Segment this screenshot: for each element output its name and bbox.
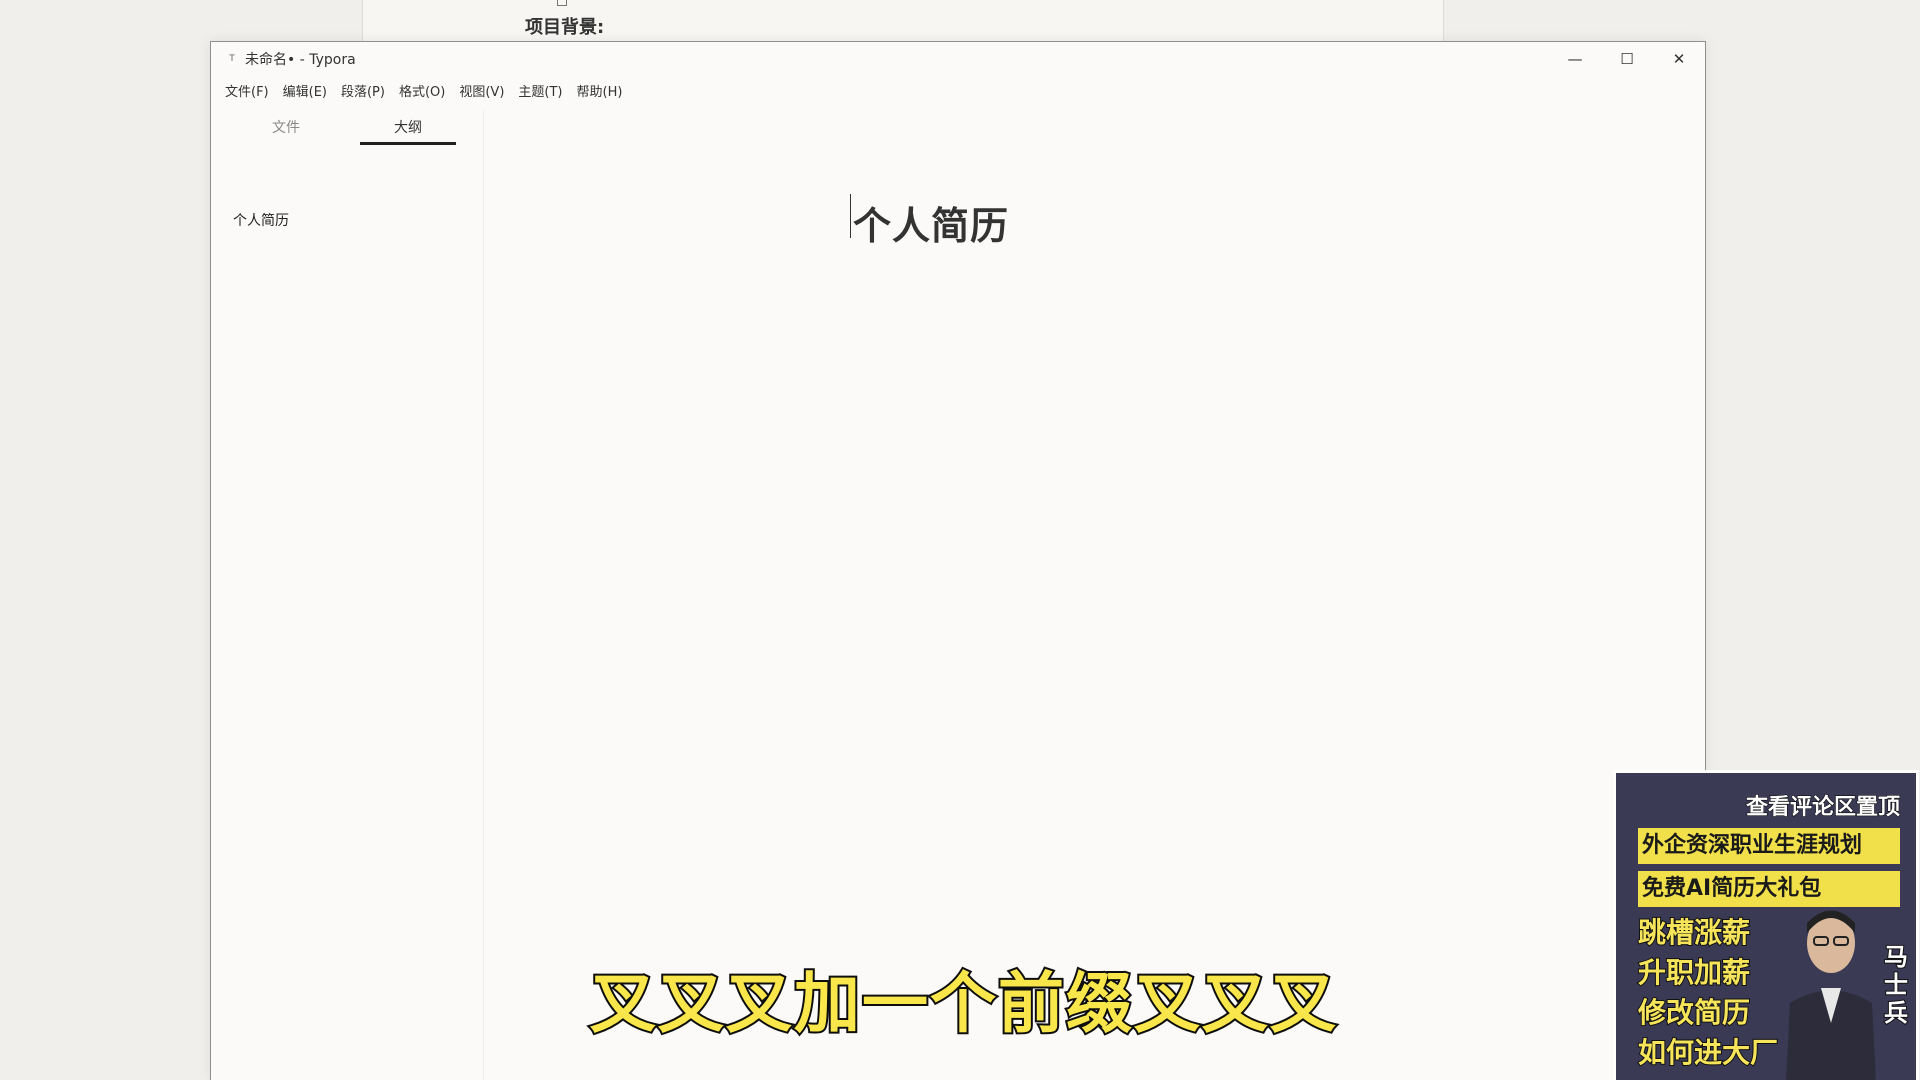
typora-app-icon: T — [229, 54, 235, 64]
document-heading[interactable]: 个人简历 — [853, 195, 1009, 250]
menu-view[interactable]: 视图(V) — [452, 81, 511, 100]
promo-panel: 查看评论区置顶 外企资深职业生涯规划 免费AI简历大礼包 跳槽涨薪 升职加薪 修… — [1613, 770, 1919, 1080]
promo-line-3: 修改简历 — [1637, 995, 1751, 1030]
menu-format[interactable]: 格式(O) — [392, 81, 452, 100]
promo-line-2: 升职加薪 — [1637, 955, 1751, 990]
background-doc-heading: 项目背景: — [525, 17, 605, 38]
typora-window[interactable]: T 未命名• - Typora — ☐ ✕ 文件(F) 编辑(E) 段落(P) … — [210, 41, 1706, 1080]
presenter-name: 马士兵 — [1883, 942, 1909, 1028]
promo-line-4: 如何进大厂 — [1637, 1035, 1779, 1070]
menu-paragraph[interactable]: 段落(P) — [334, 81, 392, 100]
menu-edit[interactable]: 编辑(E) — [276, 81, 334, 100]
window-controls: — ☐ ✕ — [1549, 42, 1705, 76]
close-button[interactable]: ✕ — [1653, 42, 1705, 76]
sidebar-tabs: 文件 大纲 — [211, 109, 483, 145]
presenter-photo — [1786, 910, 1876, 1080]
desktop: 项目背景: T 未命名• - Typora — ☐ ✕ 文件(F) 编辑(E) … — [0, 0, 1920, 1080]
window-title: 未命名• - Typora — [245, 52, 356, 68]
background-document-window[interactable]: 项目背景: — [362, 0, 1444, 43]
tab-files[interactable]: 文件 — [238, 117, 334, 137]
promo-line-1: 跳槽涨薪 — [1637, 915, 1751, 950]
menu-bar: 文件(F) 编辑(E) 段落(P) 格式(O) 视图(V) 主题(T) 帮助(H… — [211, 77, 629, 103]
menu-theme[interactable]: 主题(T) — [511, 81, 569, 100]
caret-icon — [557, 0, 567, 6]
text-cursor — [850, 194, 851, 238]
title-bar[interactable]: T 未命名• - Typora — ☐ ✕ — [211, 42, 1705, 76]
tab-outline[interactable]: 大纲 — [360, 117, 456, 145]
video-subtitle: 叉叉叉加一个前缀叉叉叉 — [588, 963, 1338, 1044]
editor-area[interactable]: 个人简历 — [483, 109, 1705, 1080]
promo-banner-1: 外企资深职业生涯规划 — [1638, 828, 1900, 864]
outline-item[interactable]: 个人简历 — [233, 210, 289, 230]
promo-top-text: 查看评论区置顶 — [1745, 795, 1900, 821]
maximize-button[interactable]: ☐ — [1601, 42, 1653, 76]
sidebar: 文件 大纲 个人简历 — [211, 109, 484, 1080]
menu-file[interactable]: 文件(F) — [218, 81, 276, 100]
menu-help[interactable]: 帮助(H) — [570, 81, 630, 100]
minimize-button[interactable]: — — [1549, 42, 1601, 76]
